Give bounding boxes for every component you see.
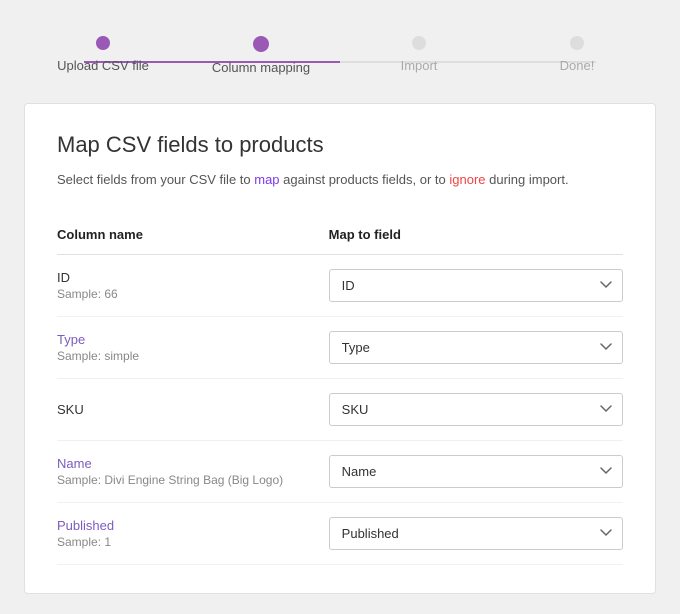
table-body: IDSample: 66IDTypeSKUNamePublished— Do n…	[57, 255, 623, 565]
col-name-row-type: Type Sample: simple	[57, 332, 329, 363]
field-sample-row-id: Sample: 66	[57, 287, 329, 301]
field-select-row-sku[interactable]: IDTypeSKUNamePublished— Do not import —	[329, 393, 623, 426]
field-name-row-sku: SKU	[57, 402, 329, 417]
table-header: Column name Map to field	[57, 215, 623, 255]
stepper-steps: Upload CSV file Column mapping Import Do…	[24, 36, 656, 75]
main-card: Map CSV fields to products Select fields…	[24, 103, 656, 594]
col-map-row-id: IDTypeSKUNamePublished— Do not import —	[329, 269, 623, 302]
col-map-header: Map to field	[329, 227, 623, 242]
step-dot-done	[570, 36, 584, 50]
field-sample-row-type: Sample: simple	[57, 349, 329, 363]
table-row: PublishedSample: 1IDTypeSKUNamePublished…	[57, 503, 623, 565]
subtitle-map: map	[254, 172, 279, 187]
field-name-row-name: Name	[57, 456, 329, 471]
subtitle-ignore: ignore	[449, 172, 485, 187]
col-map-row-name: IDTypeSKUNamePublished— Do not import —	[329, 455, 623, 488]
step-label-done: Done!	[560, 58, 595, 73]
table-row: Name Sample: Divi Engine String Bag (Big …	[57, 441, 623, 503]
step-import: Import	[340, 36, 498, 75]
field-select-row-id[interactable]: IDTypeSKUNamePublished— Do not import —	[329, 269, 623, 302]
card-title: Map CSV fields to products	[57, 132, 623, 158]
field-select-row-name[interactable]: IDTypeSKUNamePublished— Do not import —	[329, 455, 623, 488]
stepper: Upload CSV file Column mapping Import Do…	[24, 20, 656, 103]
subtitle-post: during import.	[486, 172, 569, 187]
col-name-header: Column name	[57, 227, 329, 242]
field-sample-row-name: Sample: Divi Engine String Bag (Big Logo…	[57, 473, 329, 487]
step-label-import: Import	[401, 58, 438, 73]
col-map-row-sku: IDTypeSKUNamePublished— Do not import —	[329, 393, 623, 426]
subtitle-mid: against products fields, or to	[280, 172, 450, 187]
field-name-row-published: Published	[57, 518, 329, 533]
field-name-row-id: ID	[57, 270, 329, 285]
col-name-row-published: Published Sample: 1	[57, 518, 329, 549]
table-row: ID Sample: 66IDTypeSKUNamePublished— Do n…	[57, 255, 623, 317]
step-mapping: Column mapping	[182, 36, 340, 75]
step-dot-import	[412, 36, 426, 50]
step-label-upload: Upload CSV file	[57, 58, 149, 73]
step-dot-mapping	[253, 36, 269, 52]
col-name-row-id: ID Sample: 66	[57, 270, 329, 301]
step-done: Done!	[498, 36, 656, 75]
card-subtitle: Select fields from your CSV file to map …	[57, 170, 623, 191]
field-name-row-type: Type	[57, 332, 329, 347]
col-name-row-sku: SKU	[57, 402, 329, 417]
subtitle-pre: Select fields from your CSV file to	[57, 172, 254, 187]
field-sample-row-published: Sample: 1	[57, 535, 329, 549]
step-dot-upload	[96, 36, 110, 50]
step-label-mapping: Column mapping	[212, 60, 310, 75]
col-name-row-name: Name Sample: Divi Engine String Bag (Big …	[57, 456, 329, 487]
table-row: Type Sample: simpleIDTypeSKUNamePublished…	[57, 317, 623, 379]
step-upload: Upload CSV file	[24, 36, 182, 75]
field-select-row-type[interactable]: IDTypeSKUNamePublished— Do not import —	[329, 331, 623, 364]
table-row: SKUIDTypeSKUNamePublished— Do not import…	[57, 379, 623, 441]
col-map-row-type: IDTypeSKUNamePublished— Do not import —	[329, 331, 623, 364]
